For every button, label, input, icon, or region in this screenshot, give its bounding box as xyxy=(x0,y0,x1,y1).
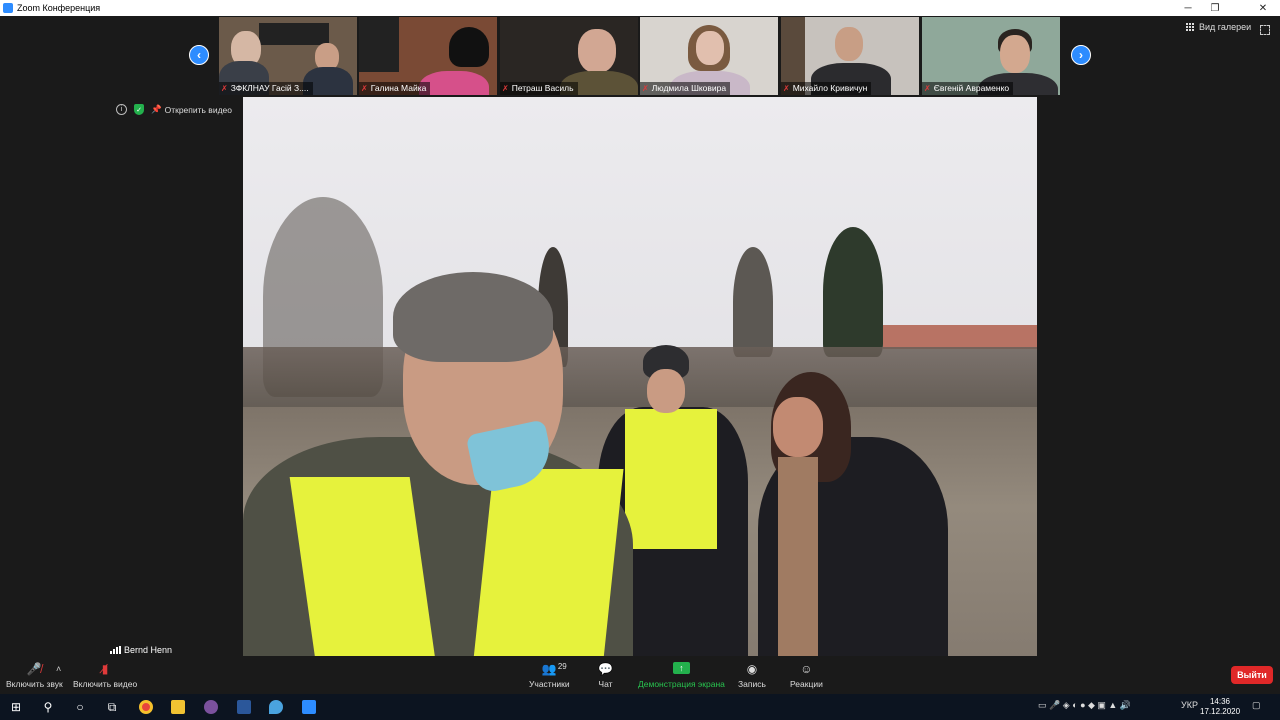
participant-thumbnail[interactable]: ✗ Петраш Василь xyxy=(500,17,638,95)
tv-screen xyxy=(359,17,399,72)
chat-button[interactable]: 💬 Чат xyxy=(598,662,613,689)
meeting-controls: 🎤̸ Включить звук ˄ ▮̸ Включить видео 👥 29… xyxy=(0,656,1280,694)
tray-icons[interactable]: ▭ 🎤 ◈ ◐ ● ◆ ▣ ▲ 🔊 xyxy=(1038,700,1131,711)
share-screen-button[interactable]: ↑ Демонстрация экрана xyxy=(638,662,725,689)
chat-label: Чат xyxy=(598,679,613,689)
building-roof xyxy=(883,325,1037,349)
participant-name: ✗ Петраш Василь xyxy=(500,82,578,95)
pin-icon: 📌 xyxy=(151,104,162,114)
viber-icon[interactable] xyxy=(203,699,219,715)
clock-time: 14:36 xyxy=(1209,697,1231,706)
participant-thumbnail[interactable]: ✗ Євгеній Авраменко xyxy=(922,17,1060,95)
participants-label: Участники xyxy=(529,679,570,689)
participants-button[interactable]: 👥 29 Участники xyxy=(529,662,570,689)
task-view-icon[interactable]: ⧉ xyxy=(104,699,120,715)
person-face xyxy=(647,369,685,413)
chat-icon: 💬 xyxy=(598,662,613,676)
tree xyxy=(823,227,883,357)
next-page-button[interactable]: › xyxy=(1071,45,1091,65)
participant-face xyxy=(835,27,863,61)
participant-thumbnail[interactable]: ✗ Галина Майка xyxy=(359,17,497,95)
mic-muted-icon: ✗ xyxy=(783,84,790,93)
gallery-view-button[interactable]: Вид галереи xyxy=(1186,22,1251,32)
window-title: Zoom Конференция xyxy=(17,3,101,13)
participants-icon: 👥 29 xyxy=(541,662,567,676)
main-video xyxy=(243,97,1037,657)
word-icon[interactable] xyxy=(236,699,252,715)
participant-name: ✗ Галина Майка xyxy=(359,82,431,95)
cortana-icon[interactable]: ○ xyxy=(72,699,88,715)
fullscreen-icon[interactable] xyxy=(1260,25,1270,35)
record-label: Запись xyxy=(738,679,766,689)
unmute-label: Включить звук xyxy=(6,679,63,689)
participant-hair xyxy=(449,27,489,67)
search-icon[interactable]: ⚲ xyxy=(40,699,56,715)
reactions-button[interactable]: ☺ Реакции xyxy=(790,662,823,689)
unmute-button[interactable]: 🎤̸ Включить звук xyxy=(6,662,63,689)
mic-muted-icon: ✗ xyxy=(361,84,368,93)
safety-vest xyxy=(472,469,624,657)
unpin-video-button[interactable]: 📌 Открепить видео xyxy=(151,104,232,115)
participant-name: ✗ ЗФКЛНАУ Гасій З.... xyxy=(219,82,313,95)
video-off-icon: ▮̸ xyxy=(101,662,109,676)
shield-icon[interactable]: ✓ xyxy=(134,104,144,115)
restore-icon[interactable]: ❐ xyxy=(1202,0,1228,16)
mic-muted-icon: ✗ xyxy=(502,84,509,93)
system-clock[interactable]: 14:36 17.12.2020 xyxy=(1200,697,1240,717)
record-icon: ◉ xyxy=(746,662,758,676)
info-icon[interactable]: i xyxy=(116,104,127,115)
title-bar: Zoom Конференция ─ ❐ ✕ xyxy=(0,0,1280,16)
person-hair xyxy=(393,272,553,362)
windows-start-icon[interactable]: ⊞ xyxy=(8,699,24,715)
participant-face xyxy=(1000,35,1030,73)
close-icon[interactable]: ✕ xyxy=(1250,0,1276,16)
windows-taskbar: ⊞ ⚲ ○ ⧉ ▭ 🎤 ◈ ◐ ● ◆ ▣ ▲ 🔊 УКР 14:36 17.1… xyxy=(0,694,1280,720)
scarf xyxy=(778,457,818,657)
meeting-info-row: i ✓ 📌 Открепить видео xyxy=(116,104,232,115)
participant-name: ✗ Михайло Кривичун xyxy=(781,82,872,95)
notifications-icon[interactable]: ▢ xyxy=(1252,700,1261,711)
active-speaker-name: Bernd Henn xyxy=(124,645,173,655)
tree xyxy=(733,247,773,357)
grid-icon xyxy=(1186,22,1195,32)
share-screen-label: Демонстрация экрана xyxy=(638,679,725,689)
file-explorer-icon[interactable] xyxy=(170,699,186,715)
participant-name: ✗ Людмила Шковира xyxy=(640,82,731,95)
signal-icon xyxy=(110,646,121,654)
input-language[interactable]: УКР xyxy=(1181,700,1198,710)
zoom-taskbar-icon[interactable] xyxy=(301,699,317,715)
participant-face xyxy=(696,31,724,65)
gallery-view-label: Вид галереи xyxy=(1199,22,1252,32)
start-video-button[interactable]: ▮̸ Включить видео xyxy=(73,662,137,689)
active-speaker-tag: Bernd Henn xyxy=(110,645,172,655)
participant-thumbnail[interactable]: ✗ Людмила Шковира xyxy=(640,17,778,95)
prev-page-button[interactable]: ‹ xyxy=(189,45,209,65)
zoom-logo-icon xyxy=(3,3,13,13)
reactions-label: Реакции xyxy=(790,679,823,689)
safety-vest xyxy=(625,409,717,549)
participant-name: ✗ Євгеній Авраменко xyxy=(922,82,1014,95)
minimize-icon[interactable]: ─ xyxy=(1175,0,1201,16)
mic-muted-icon: ✗ xyxy=(221,84,228,93)
unpin-video-label: Открепить видео xyxy=(164,104,232,115)
mic-muted-icon: ✗ xyxy=(924,84,931,93)
record-button[interactable]: ◉ Запись xyxy=(738,662,766,689)
audio-options-caret-icon[interactable]: ˄ xyxy=(56,664,61,674)
mic-muted-icon: 🎤̸ xyxy=(26,662,42,676)
leave-meeting-button[interactable]: Выйти xyxy=(1231,666,1273,684)
clock-date: 17.12.2020 xyxy=(1200,707,1241,716)
mic-muted-icon: ✗ xyxy=(642,84,649,93)
reactions-icon: ☺ xyxy=(800,662,813,676)
participant-thumbnail[interactable]: ✗ Михайло Кривичун xyxy=(781,17,919,95)
share-screen-icon: ↑ xyxy=(672,662,690,674)
paint-icon[interactable] xyxy=(268,699,284,715)
tv-screen xyxy=(259,23,329,45)
person-face xyxy=(773,397,823,457)
participant-thumbnail[interactable]: ✗ ЗФКЛНАУ Гасій З.... xyxy=(219,17,357,95)
start-video-label: Включить видео xyxy=(73,679,138,689)
participants-count: 29 xyxy=(557,662,567,671)
chrome-icon[interactable] xyxy=(138,699,154,715)
participant-face xyxy=(578,29,616,73)
